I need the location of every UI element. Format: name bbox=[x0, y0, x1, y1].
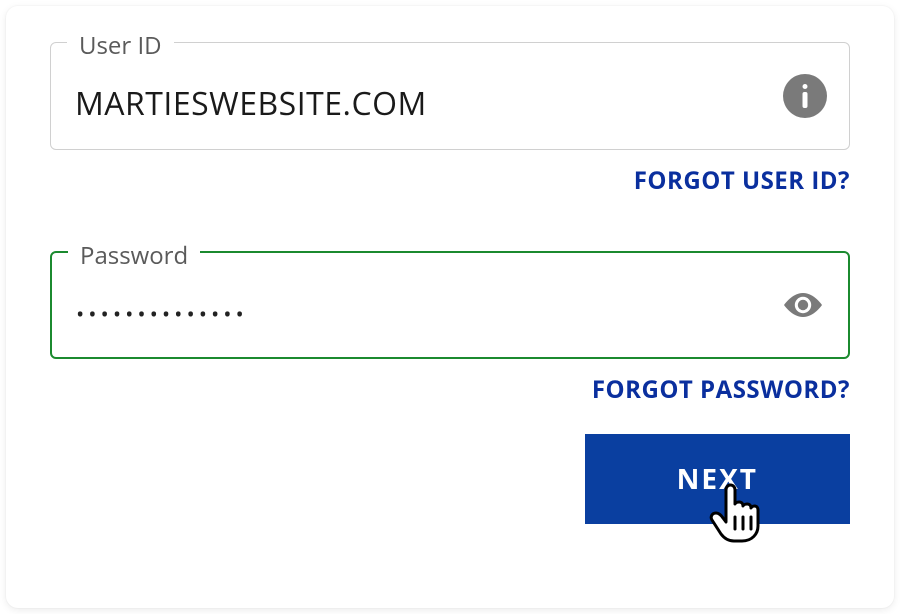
password-field-group: Password •••••••••••••• bbox=[50, 251, 850, 359]
userid-field-group: User ID bbox=[50, 42, 850, 150]
next-button[interactable]: NEXT bbox=[585, 434, 850, 524]
password-label: Password bbox=[68, 239, 200, 272]
userid-label: User ID bbox=[67, 29, 174, 62]
button-row: NEXT bbox=[50, 434, 850, 524]
eye-icon[interactable] bbox=[780, 282, 826, 328]
userid-field-wrap[interactable]: User ID bbox=[50, 42, 850, 150]
forgot-userid-link[interactable]: FORGOT USER ID? bbox=[634, 164, 850, 197]
forgot-password-row: FORGOT PASSWORD? bbox=[50, 373, 850, 406]
forgot-userid-row: FORGOT USER ID? bbox=[50, 164, 850, 197]
password-field-wrap[interactable]: Password •••••••••••••• bbox=[50, 251, 850, 359]
userid-input[interactable] bbox=[75, 82, 825, 125]
info-icon[interactable] bbox=[783, 74, 827, 118]
password-input[interactable]: •••••••••••••• bbox=[76, 299, 824, 333]
login-card: User ID FORGOT USER ID? Password •••••••… bbox=[6, 6, 894, 608]
forgot-password-link[interactable]: FORGOT PASSWORD? bbox=[592, 373, 850, 406]
